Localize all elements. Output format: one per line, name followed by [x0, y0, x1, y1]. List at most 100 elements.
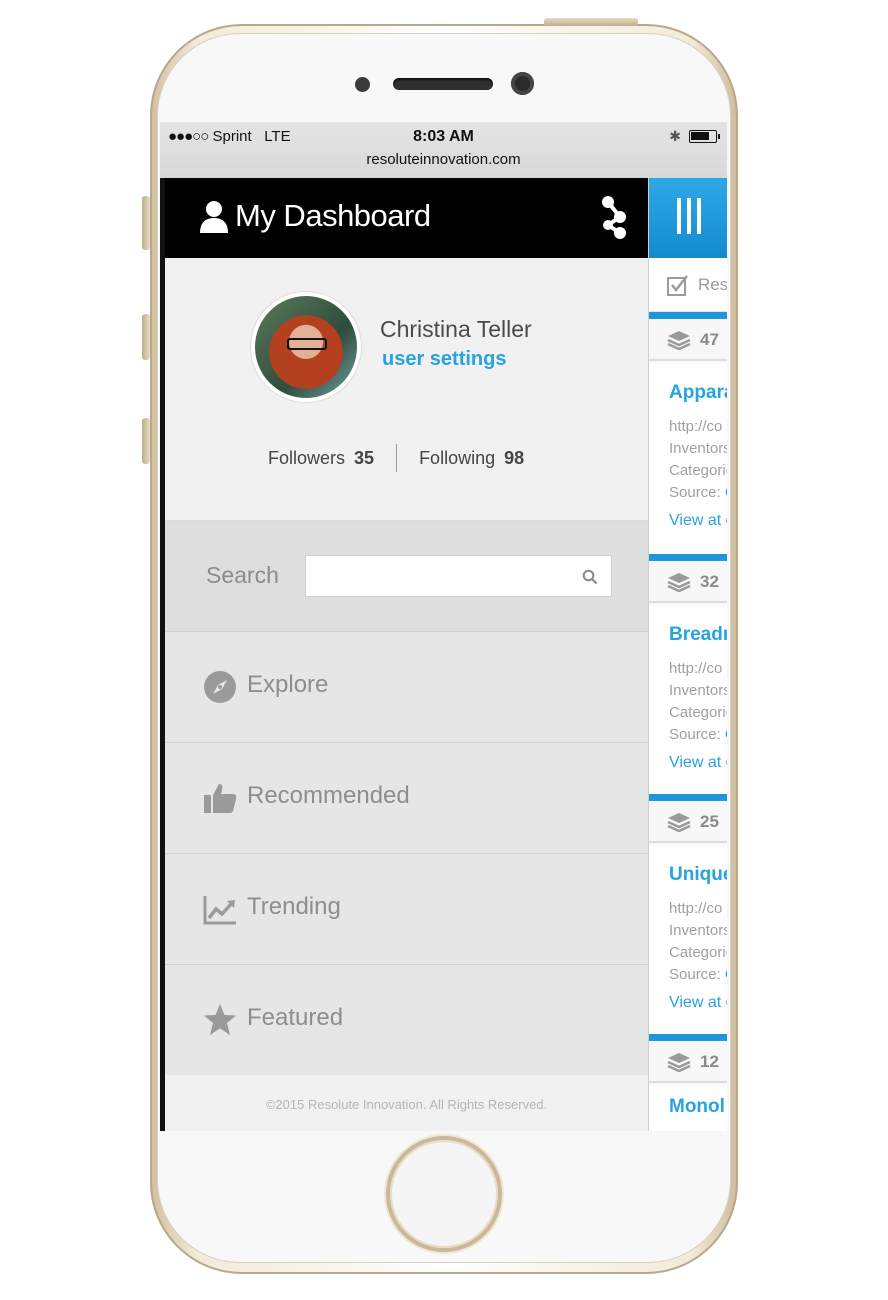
- card-body[interactable]: Appara http://co Inventors Categorie Sou…: [649, 364, 727, 554]
- page-title: My Dashboard: [235, 198, 431, 233]
- feed-panel: Res 47 Appara http://co Inventors Catego…: [648, 178, 727, 1131]
- thumbs-up-icon: [204, 784, 237, 813]
- address-bar[interactable]: resoluteinnovation.com: [160, 151, 727, 168]
- followers-count: 35: [354, 447, 375, 468]
- user-name: Christina Teller: [380, 316, 532, 342]
- nav-label-recommended: Recommended: [247, 782, 410, 809]
- stats-divider: [396, 444, 398, 472]
- mute-switch: [142, 196, 150, 250]
- front-camera: [511, 72, 534, 95]
- card-categories: Categorie: [669, 704, 727, 721]
- nav-item-featured[interactable]: Featured: [165, 965, 648, 1076]
- dashboard-header: My Dashboard: [165, 178, 648, 258]
- star-icon: [204, 1004, 236, 1035]
- layers-icon: [667, 1053, 691, 1072]
- card-title[interactable]: Appara: [669, 382, 727, 404]
- checkbox-icon: [667, 275, 688, 296]
- nav-label-explore: Explore: [247, 671, 329, 698]
- followers-label: Followers: [268, 447, 346, 468]
- volume-up-button: [142, 314, 150, 360]
- follow-stats: Followers 35 Following 98: [268, 444, 524, 472]
- feed-filter-label: Res: [698, 275, 727, 294]
- card-title[interactable]: Monol: [669, 1096, 725, 1118]
- layers-icon: [667, 331, 691, 350]
- card-url: http://co: [669, 900, 723, 917]
- search-icon[interactable]: [582, 569, 598, 585]
- menu-toggle-button[interactable]: [649, 178, 727, 258]
- layers-icon: [667, 813, 691, 832]
- card-categories: Categorie: [669, 462, 727, 479]
- card-view-link[interactable]: View at o: [669, 994, 727, 1012]
- avatar-glasses: [287, 338, 327, 350]
- home-button[interactable]: [390, 1140, 498, 1248]
- volume-down-button: [142, 418, 150, 464]
- screen: ●●●○○ Sprint LTE 8:03 AM resoluteinnovat…: [160, 122, 727, 1131]
- compass-icon: [204, 671, 236, 703]
- menu-bar-icon: [697, 198, 701, 234]
- card-count: 25: [700, 812, 719, 831]
- nav-label-featured: Featured: [247, 1004, 344, 1031]
- card-categories: Categorie: [669, 944, 727, 961]
- trending-chart-icon: [203, 896, 236, 925]
- nav-item-recommended[interactable]: Recommended: [165, 743, 648, 854]
- card-body[interactable]: Unique http://co Inventors Categorie Sou…: [649, 846, 727, 1034]
- search-row: Search: [165, 522, 648, 632]
- card-source: Source: C: [669, 484, 727, 501]
- menu-bar-icon: [687, 198, 691, 234]
- card-title[interactable]: Breadn: [669, 624, 727, 646]
- card-count: 12: [700, 1052, 719, 1071]
- feed-card: 47 Appara http://co Inventors Categorie …: [649, 312, 727, 554]
- power-button: [544, 18, 638, 26]
- card-title[interactable]: Unique: [669, 864, 727, 886]
- card-count-row: 32: [649, 561, 727, 603]
- dashboard-drawer: My Dashboard Christina Teller user setti…: [160, 178, 648, 1131]
- user-icon[interactable]: [199, 200, 229, 234]
- nav-item-trending[interactable]: Trending: [165, 854, 648, 965]
- user-settings-link[interactable]: user settings: [382, 348, 506, 371]
- copyright-text: ©2015 Resolute Innovation. All Rights Re…: [265, 1097, 548, 1112]
- following-stat[interactable]: Following 98: [419, 448, 524, 469]
- card-inventors: Inventors: [669, 922, 727, 939]
- avatar-photo: [255, 296, 357, 398]
- card-source-label: Source:: [669, 484, 721, 501]
- card-url: http://co: [669, 660, 723, 677]
- status-bar: ●●●○○ Sprint LTE 8:03 AM resoluteinnovat…: [160, 122, 727, 178]
- share-icon[interactable]: [599, 194, 629, 240]
- search-label: Search: [206, 562, 279, 588]
- earpiece-speaker: [393, 78, 493, 90]
- card-count-row: 25: [649, 801, 727, 843]
- following-label: Following: [419, 447, 496, 468]
- nav-item-explore[interactable]: Explore: [165, 632, 648, 743]
- card-source-label: Source:: [669, 726, 721, 743]
- search-input[interactable]: [305, 555, 612, 597]
- card-body[interactable]: Monol: [649, 1086, 727, 1131]
- card-view-link[interactable]: View at o: [669, 512, 727, 530]
- card-inventors: Inventors: [669, 440, 727, 457]
- layers-icon: [667, 573, 691, 592]
- card-source-value[interactable]: C: [725, 484, 727, 501]
- proximity-sensor: [355, 77, 370, 92]
- card-view-link[interactable]: View at o: [669, 754, 727, 772]
- card-inventors: Inventors: [669, 682, 727, 699]
- card-accent-strip: [649, 1034, 727, 1041]
- card-source: Source: C: [669, 726, 727, 743]
- card-accent-strip: [649, 312, 727, 319]
- feed-card: 32 Breadn http://co Inventors Categorie …: [649, 554, 727, 794]
- card-source: Source: C: [669, 966, 727, 983]
- footer: ©2015 Resolute Innovation. All Rights Re…: [165, 1075, 648, 1131]
- card-source-label: Source:: [669, 966, 721, 983]
- card-source-value[interactable]: C: [725, 966, 727, 983]
- avatar[interactable]: [251, 292, 361, 402]
- nav-label-trending: Trending: [247, 893, 341, 920]
- clock: 8:03 AM: [413, 128, 474, 145]
- card-count: 32: [700, 572, 719, 591]
- card-body[interactable]: Breadn http://co Inventors Categorie Sou…: [649, 606, 727, 794]
- feed-card: 25 Unique http://co Inventors Categorie …: [649, 794, 727, 1034]
- menu-bar-icon: [677, 198, 681, 234]
- feed-filter-row[interactable]: Res: [649, 258, 727, 312]
- card-source-value[interactable]: C: [725, 726, 727, 743]
- card-url: http://co: [669, 418, 723, 435]
- card-count-row: 47: [649, 319, 727, 361]
- followers-stat[interactable]: Followers 35: [268, 448, 374, 469]
- card-accent-strip: [649, 794, 727, 801]
